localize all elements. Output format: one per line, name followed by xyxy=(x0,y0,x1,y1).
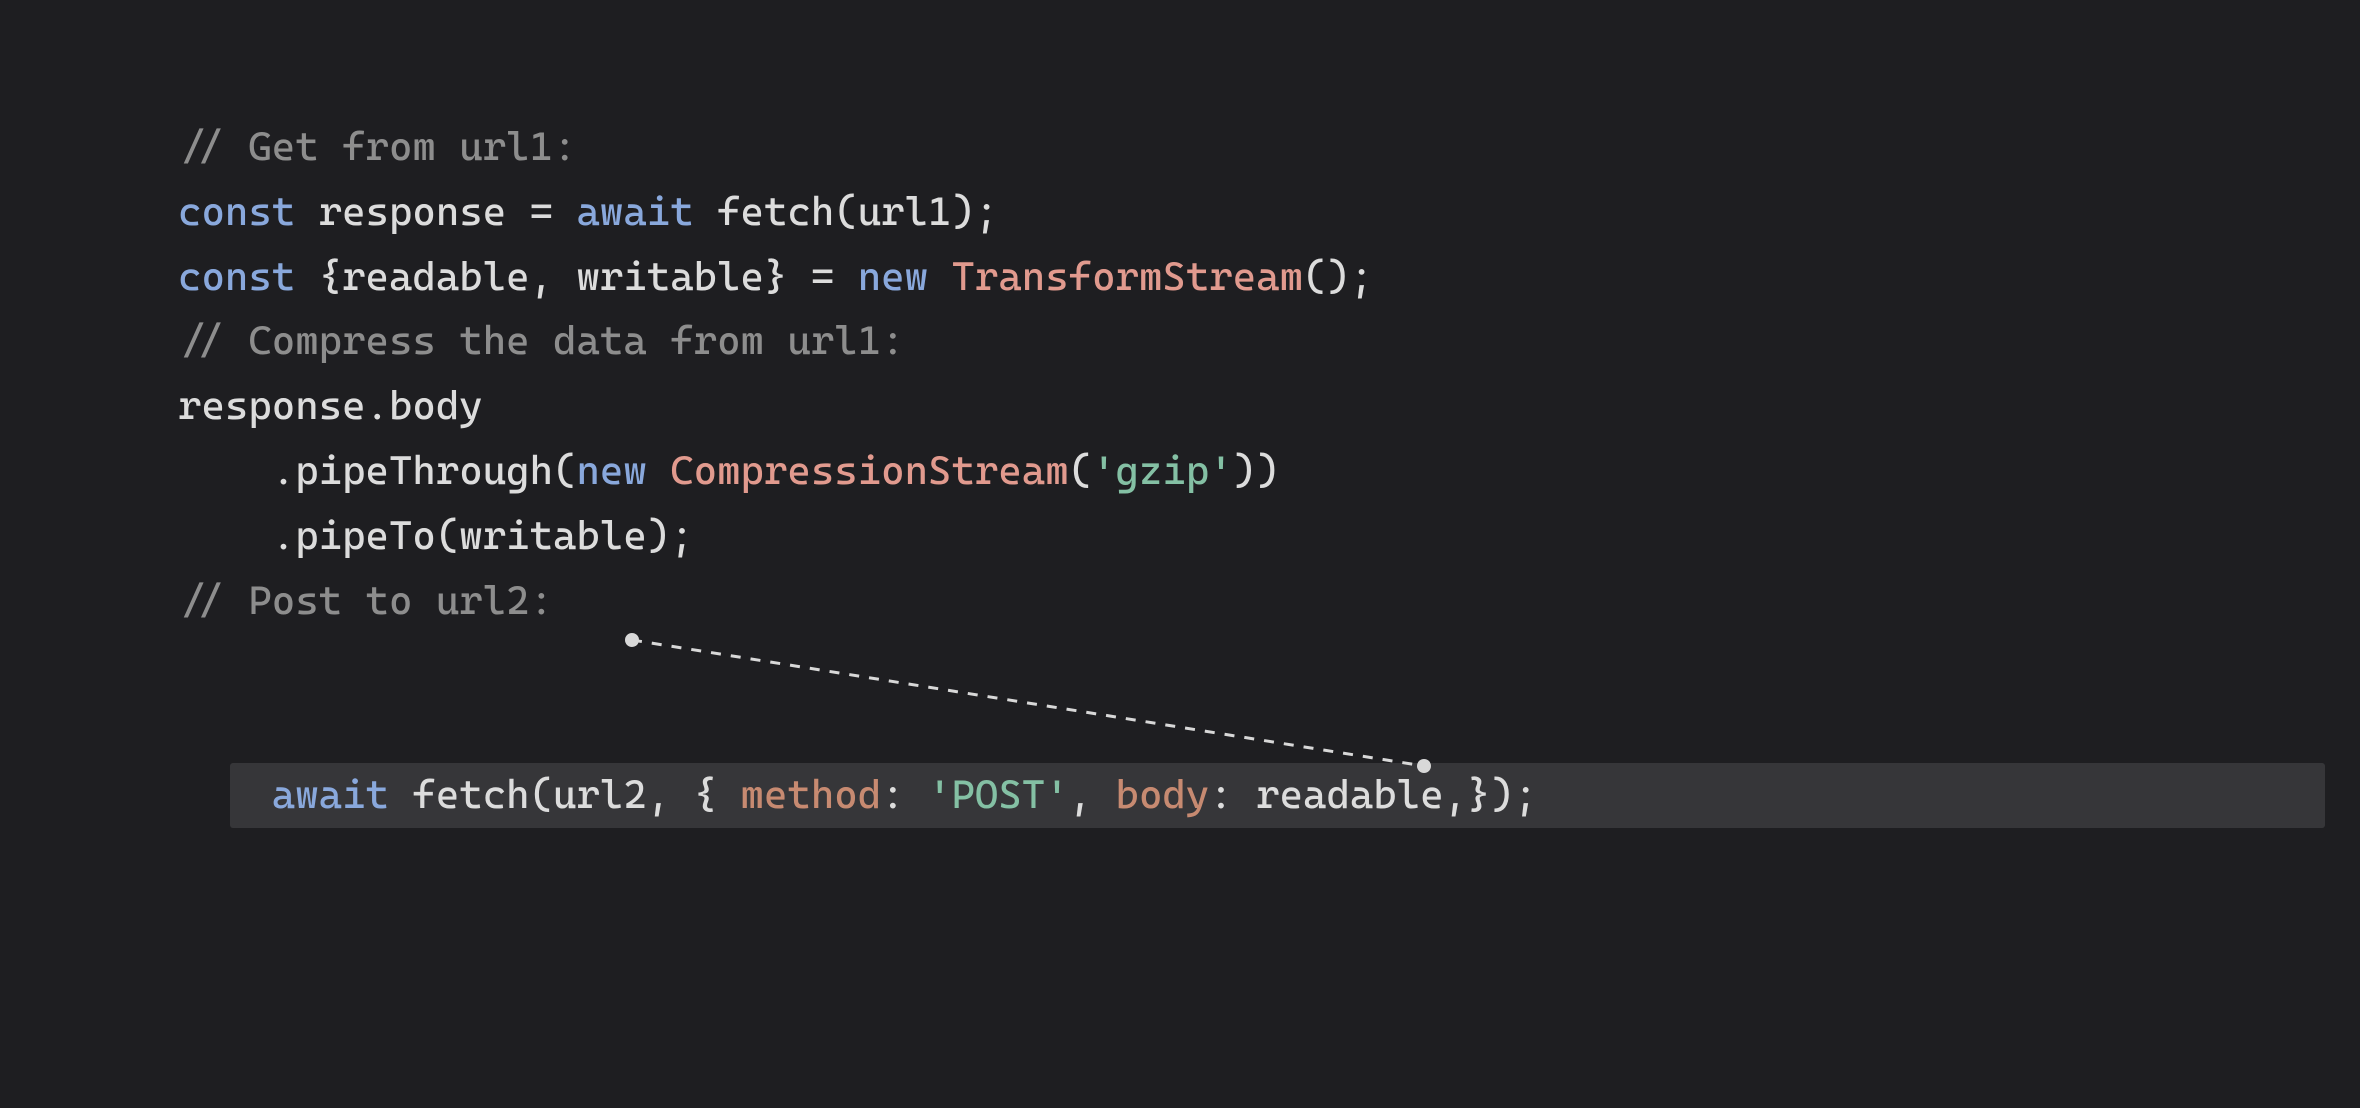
code-line: .pipeThrough(new CompressionStream('gzip… xyxy=(178,439,2360,504)
keyword-new: new xyxy=(858,254,928,300)
code-text: (); xyxy=(1303,254,1373,300)
class-compressionstream: CompressionStream xyxy=(670,448,1068,494)
code-block: // Get from url1: const response = await… xyxy=(0,0,2360,893)
code-text: .pipeTo(writable); xyxy=(272,513,694,559)
code-text: fetch(url1); xyxy=(694,189,999,235)
keyword-await: await xyxy=(576,189,693,235)
value-readable: readable xyxy=(1256,772,1444,818)
code-text xyxy=(928,254,951,300)
string-post: 'POST' xyxy=(928,772,1069,818)
prop-method: method xyxy=(741,772,882,818)
code-line: const response = await fetch(url1); xyxy=(178,180,2360,245)
code-text: {readable, writable} = xyxy=(295,254,858,300)
code-text: response = xyxy=(295,189,576,235)
code-line: const {readable, writable} = new Transfo… xyxy=(178,245,2360,310)
prop-body: body xyxy=(1116,772,1210,818)
code-text: response.body xyxy=(178,383,483,429)
comment: // Post to url2: xyxy=(178,578,553,624)
indent xyxy=(178,439,272,504)
indent xyxy=(178,504,272,569)
keyword-const: const xyxy=(178,189,295,235)
code-line-highlighted: await fetch(url2, { method: 'POST', body… xyxy=(178,633,2360,892)
code-line: // Compress the data from url1: xyxy=(178,309,2360,374)
keyword-new: new xyxy=(576,448,646,494)
keyword-await: await xyxy=(272,772,389,818)
comment: // Get from url1: xyxy=(178,124,576,170)
code-text: fetch(url2, { xyxy=(389,772,741,818)
code-line: response.body xyxy=(178,374,2360,439)
comment: // Compress the data from url1: xyxy=(178,318,905,364)
code-line: .pipeTo(writable); xyxy=(178,504,2360,569)
code-line: // Post to url2: xyxy=(178,569,2360,634)
keyword-const: const xyxy=(178,254,295,300)
string-gzip: 'gzip' xyxy=(1092,448,1233,494)
code-text: .pipeThrough( xyxy=(272,448,577,494)
class-transformstream: TransformStream xyxy=(951,254,1303,300)
code-line: // Get from url1: xyxy=(178,115,2360,180)
